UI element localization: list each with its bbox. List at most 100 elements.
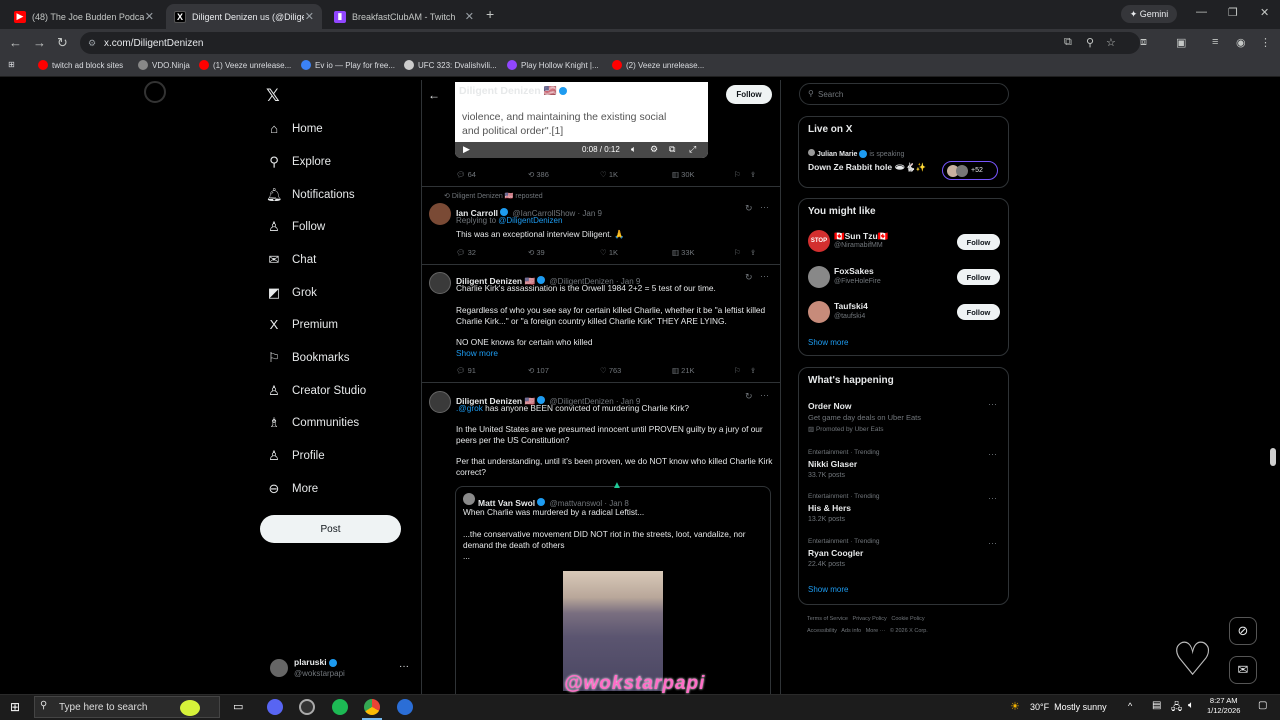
nav-follow[interactable]: ♙ Follow: [266, 219, 325, 235]
apps-icon[interactable]: ⊞: [8, 60, 15, 69]
settings-icon[interactable]: ⚙: [650, 144, 658, 155]
network-icon[interactable]: 🖧︎: [1171, 700, 1182, 717]
more-icon[interactable]: ···: [988, 493, 997, 503]
more-icon[interactable]: ···: [399, 661, 409, 672]
close-icon[interactable]: ✕: [145, 10, 154, 23]
play-icon[interactable]: ▶: [463, 144, 470, 155]
address-bar[interactable]: x.com/DiligentDenizen: [80, 32, 1140, 54]
nav-creator-studio[interactable]: ♙ Creator Studio: [266, 383, 366, 399]
split-view-icon[interactable]: ▣: [1176, 36, 1186, 49]
star-icon[interactable]: ☆: [1106, 36, 1116, 49]
suggestion-name[interactable]: Taufski4: [834, 301, 868, 311]
tray-overflow-icon[interactable]: ^: [1128, 701, 1132, 711]
avatar[interactable]: STOP: [808, 230, 830, 252]
trend-name[interactable]: Ryan Coogler: [808, 548, 863, 558]
extensions-icon[interactable]: ⧈: [1140, 36, 1147, 49]
grok-icon[interactable]: ↻: [745, 391, 753, 402]
zoom-icon[interactable]: ⚲: [1086, 36, 1094, 49]
site-info-icon[interactable]: ⚙: [88, 38, 96, 49]
nav-explore[interactable]: ⚲ Explore: [266, 154, 331, 170]
nav-home[interactable]: ⌂ Home: [266, 121, 323, 136]
more-icon[interactable]: ···: [760, 202, 769, 212]
notifications-icon[interactable]: ▢: [1258, 700, 1267, 711]
bookmark-icon[interactable]: ⚐: [734, 170, 750, 179]
more-icon[interactable]: ···: [988, 449, 997, 459]
scrollbar-thumb[interactable]: [1270, 448, 1276, 466]
more-icon[interactable]: ···: [988, 538, 997, 548]
views-button[interactable]: ▥ 30K: [672, 170, 734, 179]
live-topic[interactable]: Down Ze Rabbit hole 🕳🐇✨: [808, 162, 926, 173]
bookmark-item[interactable]: Ev io — Play for free...: [301, 60, 395, 70]
weather-text[interactable]: 30°F Mostly sunny: [1030, 702, 1107, 712]
bookmark-item[interactable]: UFC 323: Dvalishvili...: [404, 60, 497, 70]
avatar[interactable]: [808, 301, 830, 323]
grok-icon[interactable]: ↻: [745, 272, 753, 283]
share-icon[interactable]: ⇪: [750, 170, 756, 179]
x-logo-icon[interactable]: 𝕏: [266, 86, 280, 106]
footer-links[interactable]: Accessibility Ads info More ··· © 2026 X…: [807, 628, 928, 634]
grok-icon[interactable]: ↻: [745, 203, 753, 214]
reply-button[interactable]: 💬︎ 64: [456, 170, 528, 179]
windows-start-icon[interactable]: ⊞: [10, 700, 20, 714]
nav-notifications[interactable]: 🔔︎ Notifications: [266, 187, 355, 203]
volume-icon[interactable]: 🔈︎: [1188, 700, 1194, 711]
show-more-link[interactable]: Show more: [808, 338, 848, 347]
pip-icon[interactable]: ⧉: [669, 144, 675, 155]
views-button[interactable]: ▥ 21K: [672, 366, 734, 375]
close-icon[interactable]: ✕: [465, 10, 474, 23]
more-icon[interactable]: ···: [760, 271, 769, 281]
nav-communities[interactable]: ♗ Communities: [266, 415, 359, 431]
footer-links[interactable]: Terms of Service Privacy Policy Cookie P…: [807, 616, 925, 622]
nav-premium[interactable]: X Premium: [266, 317, 338, 332]
like-button[interactable]: ♡ 1K: [600, 170, 672, 179]
show-more-link[interactable]: Show more: [456, 348, 498, 359]
tab-twitch[interactable]: ▮ BreakfastClubAM - Twitch ✕: [326, 4, 482, 29]
clock[interactable]: 8:27 AM 1/12/2026: [1207, 696, 1240, 716]
account-switcher[interactable]: plaruski @wokstarpapi ···: [268, 655, 418, 685]
repost-button[interactable]: ⟲ 107: [528, 366, 600, 375]
suggestion-name[interactable]: 🇨🇦Sun Tzu🇨🇦: [834, 231, 888, 242]
bookmark-icon[interactable]: ⚐: [734, 366, 750, 375]
avatar[interactable]: [429, 203, 451, 225]
bookmark-item[interactable]: (2) Veeze unrelease...: [612, 60, 704, 70]
reply-button[interactable]: 💬︎ 32: [456, 248, 528, 257]
chrome-icon[interactable]: [364, 699, 380, 715]
discord-icon[interactable]: [267, 699, 283, 715]
back-button[interactable]: ←: [9, 35, 22, 50]
ccleaner-icon[interactable]: [397, 699, 413, 715]
bookmark-icon[interactable]: ⚐: [734, 248, 750, 257]
follow-button[interactable]: Follow: [957, 304, 1000, 320]
show-more-link[interactable]: Show more: [808, 585, 848, 594]
gemini-button[interactable]: ✦ Gemini: [1121, 5, 1177, 23]
bookmark-item[interactable]: twitch ad block sites: [38, 60, 123, 70]
share-icon[interactable]: ⇪: [750, 248, 756, 257]
back-arrow-icon[interactable]: ←: [428, 88, 440, 102]
network-icon[interactable]: ▤: [1152, 700, 1161, 711]
bookmark-item[interactable]: VDO.Ninja: [138, 60, 190, 70]
repost-button[interactable]: ⟲ 386: [528, 170, 600, 179]
post-button[interactable]: Post: [260, 515, 401, 543]
profile-avatar-icon[interactable]: ◉: [1236, 36, 1246, 49]
nav-grok[interactable]: ◩ Grok: [266, 285, 317, 301]
volume-icon[interactable]: 🔈︎: [631, 144, 636, 155]
like-button[interactable]: ♡ 1K: [600, 248, 672, 257]
avatar[interactable]: [429, 391, 451, 413]
tab-diligent-denizen[interactable]: X Diligent Denizen us (@Diligent... ✕: [166, 4, 322, 29]
suggestion-name[interactable]: FoxSakes: [834, 266, 874, 276]
follow-button[interactable]: Follow: [726, 85, 772, 104]
trend-name[interactable]: Nikki Glaser: [808, 459, 857, 469]
avatar[interactable]: [808, 266, 830, 288]
menu-icon[interactable]: ⋮: [1260, 36, 1271, 49]
install-icon[interactable]: ⧉: [1064, 36, 1072, 49]
nav-bookmarks[interactable]: ⚐ Bookmarks: [266, 350, 349, 366]
views-button[interactable]: ▥ 33K: [672, 248, 734, 257]
nav-more[interactable]: ⊖ More: [266, 481, 319, 497]
trend-name[interactable]: His & Hers: [808, 503, 851, 513]
grok-float-icon[interactable]: ⊘: [1229, 617, 1257, 645]
nav-profile[interactable]: ♙ Profile: [266, 448, 324, 464]
repost-button[interactable]: ⟲ 39: [528, 248, 600, 257]
obs-icon[interactable]: [299, 699, 315, 715]
messages-float-icon[interactable]: ✉: [1229, 656, 1257, 684]
more-icon[interactable]: ···: [988, 399, 997, 409]
spotify-icon[interactable]: [332, 699, 348, 715]
